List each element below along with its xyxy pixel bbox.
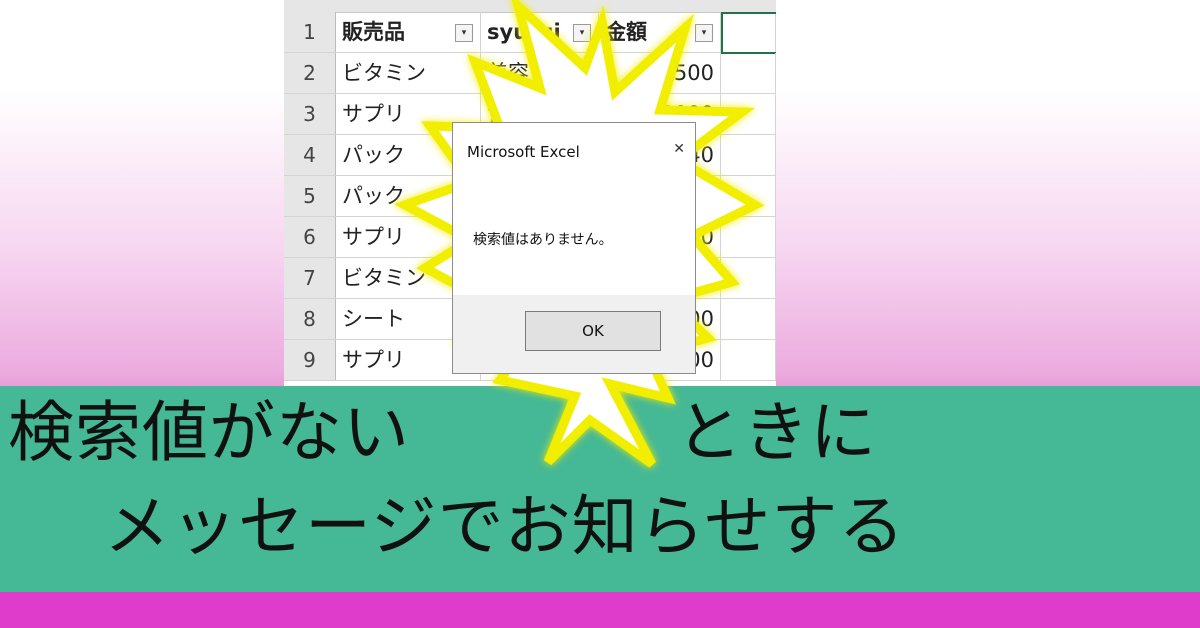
row-number[interactable]: 2 <box>284 53 336 93</box>
cell[interactable] <box>721 299 776 339</box>
dialog-title: Microsoft Excel <box>467 143 580 161</box>
row-number[interactable]: 6 <box>284 217 336 257</box>
cell[interactable] <box>721 53 776 93</box>
headline-line1-part1: 検索値がない <box>8 394 410 471</box>
cell[interactable]: ビタミン <box>336 53 481 93</box>
ok-button[interactable]: OK <box>525 311 661 351</box>
cell[interactable] <box>721 258 776 298</box>
dialog-message: 検索値はありません。 <box>473 232 613 248</box>
headline-line1-part2: ときに <box>676 394 877 471</box>
cell[interactable] <box>721 340 776 380</box>
filter-dropdown-icon[interactable]: ▾ <box>695 24 713 42</box>
cell[interactable] <box>721 217 776 257</box>
cell[interactable] <box>721 94 776 134</box>
close-icon[interactable]: ✕ <box>673 141 685 157</box>
row-number[interactable]: 4 <box>284 135 336 175</box>
cell[interactable] <box>721 176 776 216</box>
active-cell[interactable] <box>721 12 776 54</box>
cell[interactable]: 10500 <box>599 53 721 93</box>
table-row: 2 ビタミン 美容 10500 <box>284 53 776 94</box>
row-number[interactable]: 9 <box>284 340 336 380</box>
filter-dropdown-icon[interactable]: ▾ <box>573 24 591 42</box>
filter-dropdown-icon[interactable]: ▾ <box>455 24 473 42</box>
row-number[interactable]: 7 <box>284 258 336 298</box>
row-number[interactable]: 5 <box>284 176 336 216</box>
cell[interactable] <box>721 135 776 175</box>
headline-line2: メッセージでお知らせする <box>104 488 906 565</box>
row-number[interactable]: 8 <box>284 299 336 339</box>
row-number[interactable]: 3 <box>284 94 336 134</box>
bottom-stripe <box>0 592 1200 628</box>
message-box: Microsoft Excel ✕ 検索値はありません。 OK <box>452 122 696 374</box>
row-number[interactable]: 1 <box>284 12 336 52</box>
cell[interactable]: 美容 <box>481 53 599 93</box>
